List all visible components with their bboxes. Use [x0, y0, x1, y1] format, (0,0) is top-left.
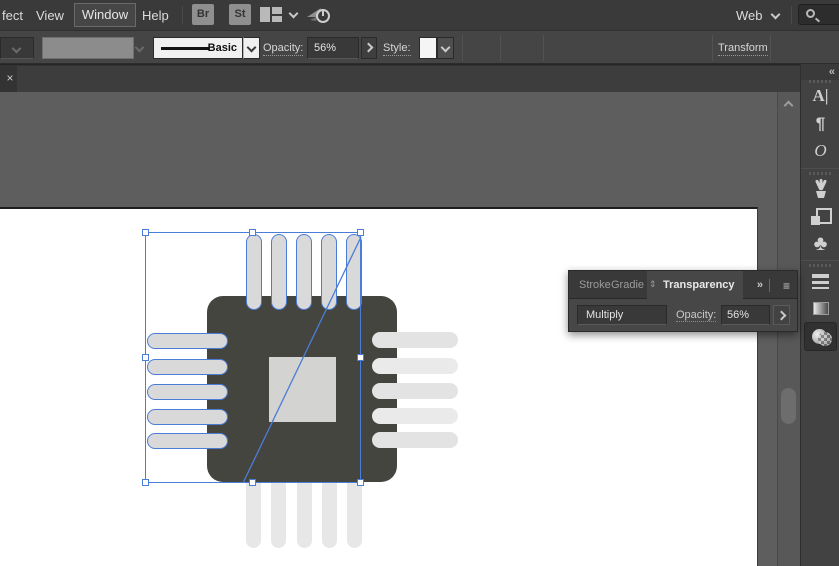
- scroll-up-icon[interactable]: [784, 101, 794, 111]
- selection-handle-w[interactable]: [142, 354, 149, 361]
- gradient-panel-icon[interactable]: [805, 297, 836, 323]
- selection-handle-e[interactable]: [357, 354, 364, 361]
- stock-button[interactable]: St: [229, 4, 251, 25]
- panel-opacity-input[interactable]: 56%: [721, 305, 770, 325]
- opacity-input[interactable]: 56%: [307, 37, 359, 59]
- tab-gradient[interactable]: Gradie: [611, 279, 644, 291]
- gpu-performance-icon[interactable]: [305, 5, 333, 25]
- panel-opacity-stepper-button[interactable]: [773, 305, 790, 325]
- tab-cycle-icon[interactable]: ⇕: [649, 279, 657, 290]
- panel-opacity-link[interactable]: Opacity:: [676, 309, 716, 322]
- graphic-style-chevron[interactable]: [437, 37, 454, 59]
- opacity-link[interactable]: Opacity:: [263, 42, 303, 56]
- arrange-documents-icon[interactable]: [260, 7, 284, 23]
- selection-handle-nw[interactable]: [142, 229, 149, 236]
- close-document-icon[interactable]: ×: [4, 71, 16, 85]
- selection-handle-ne[interactable]: [357, 229, 364, 236]
- panel-overflow-icon[interactable]: »: [757, 279, 763, 291]
- stroke-preset-label: Basic: [208, 42, 237, 54]
- menubar-separator: [791, 6, 792, 24]
- transform-link[interactable]: Transform: [718, 42, 768, 56]
- control-bar: Basic Opacity: 56% Style:: [0, 30, 839, 64]
- paragraph-panel-icon[interactable]: ¶: [805, 114, 836, 140]
- chip-pin[interactable]: [372, 358, 458, 374]
- style-link[interactable]: Style:: [383, 42, 411, 56]
- workspace-switcher[interactable]: Web: [736, 8, 763, 23]
- tab-stroke[interactable]: Stroke: [579, 279, 611, 291]
- blend-mode-select[interactable]: Multiply: [577, 305, 667, 325]
- bridge-button[interactable]: Br: [192, 4, 214, 25]
- chip-pin[interactable]: [372, 332, 458, 348]
- scrollbar-thumb[interactable]: [781, 388, 796, 424]
- panel-tab-bar: Stroke Gradie Transparency ⇕ » ≡: [568, 270, 798, 299]
- opacity-stepper-button[interactable]: [361, 37, 377, 59]
- transparency-panel: Stroke Gradie Transparency ⇕ » ≡ Multipl…: [568, 270, 798, 332]
- selection-handle-se[interactable]: [357, 479, 364, 486]
- stroke-preview-line: [161, 47, 209, 50]
- illustrator-window: fect View Window Help Br St Web: [0, 0, 839, 566]
- opentype-panel-icon[interactable]: O: [805, 141, 836, 167]
- panel-dock: « A| ¶ O ♣: [800, 64, 839, 566]
- arrange-documents-chevron-icon[interactable]: [289, 9, 299, 19]
- menu-item-effect[interactable]: fect: [2, 8, 23, 23]
- chip-pin[interactable]: [372, 383, 458, 399]
- workspace-chevron-icon[interactable]: [771, 10, 781, 20]
- brush-definition-swatch[interactable]: [42, 37, 134, 59]
- menu-item-view[interactable]: View: [36, 8, 64, 23]
- selection-handle-s[interactable]: [249, 479, 256, 486]
- graphic-style-swatch[interactable]: [419, 37, 437, 59]
- menu-item-window[interactable]: Window: [74, 3, 136, 27]
- variable-width-profile-select[interactable]: [0, 37, 34, 59]
- panel-menu-icon[interactable]: ≡: [783, 279, 789, 293]
- search-field[interactable]: [798, 4, 839, 25]
- stroke-style-chevron[interactable]: [243, 37, 260, 59]
- stroke-style-select[interactable]: Basic: [153, 37, 243, 59]
- brush-definition-chevron-icon[interactable]: [135, 43, 145, 53]
- panel-body: Multiply Opacity: 56%: [568, 299, 798, 332]
- menu-item-help[interactable]: Help: [142, 8, 169, 23]
- tab-transparency[interactable]: Transparency: [647, 271, 743, 300]
- symbols-panel-icon[interactable]: ♣: [805, 232, 836, 258]
- document-tab[interactable]: [17, 66, 800, 93]
- selection-bounding-box[interactable]: [145, 232, 361, 483]
- document-tab-bar: ×: [0, 64, 800, 92]
- pathfinder-panel-icon[interactable]: [805, 206, 836, 232]
- expand-panels-icon[interactable]: «: [801, 64, 839, 80]
- stroke-panel-icon[interactable]: [805, 270, 836, 296]
- menu-bar: fect View Window Help Br St Web: [0, 0, 839, 30]
- menubar-separator: [182, 6, 183, 24]
- search-icon: [806, 9, 815, 18]
- brushes-panel-icon[interactable]: [805, 177, 836, 203]
- chip-pin[interactable]: [372, 432, 458, 448]
- selection-handle-n[interactable]: [249, 229, 256, 236]
- chip-pin[interactable]: [372, 408, 458, 424]
- transparency-panel-icon[interactable]: [804, 322, 837, 351]
- selection-handle-sw[interactable]: [142, 479, 149, 486]
- character-panel-icon[interactable]: A|: [805, 86, 836, 112]
